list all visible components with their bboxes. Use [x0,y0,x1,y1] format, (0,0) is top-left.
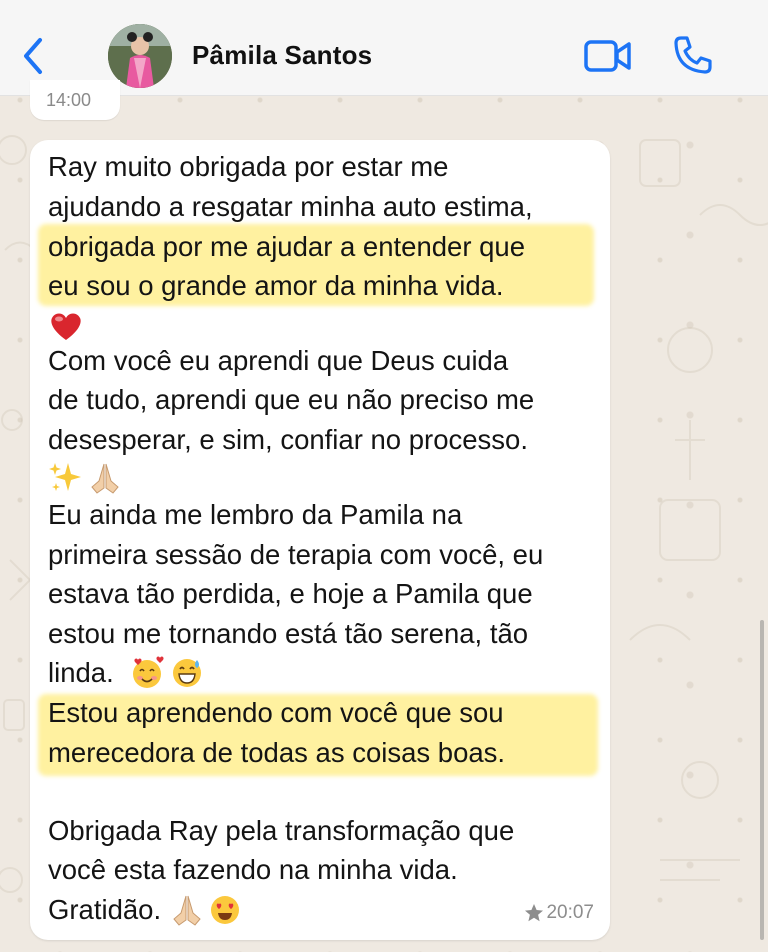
star-icon [525,904,544,922]
folded-hands-icon [173,895,201,926]
message-line: linda. [48,657,114,688]
chevron-left-icon [24,38,42,74]
message-line: ajudando a resgatar minha auto estima, [48,191,533,222]
avatar-image [108,24,172,88]
video-call-button[interactable] [584,38,632,74]
previous-message-bubble[interactable]: 14:00 [30,80,120,120]
grinning-sweat-icon [173,659,201,687]
sparkles-icon [49,463,81,491]
message-line: primeira sessão de terapia com você, eu [48,539,544,570]
message-line: Obrigada Ray pela transformação que [48,815,515,846]
emoji-row [130,655,204,691]
contact-avatar[interactable] [108,24,172,88]
red-heart-icon [51,313,81,340]
emoji-row [48,460,122,496]
previous-message-time: 14:00 [46,90,92,110]
message-line: Com você eu aprendi que Deus cuida [48,345,509,376]
message-line: Gratidão. [48,894,162,925]
message-line: estava tão perdida, e hoje a Pamila que [48,578,533,609]
message-line: você esta fazendo na minha vida. [48,854,458,885]
message-line: Eu ainda me lembro da Pamila na [48,499,463,530]
video-camera-icon [584,40,631,72]
message-line: merecedora de todas as coisas boas. [48,737,506,768]
message-line: estou me tornando está tão serena, tão [48,618,529,649]
message-line: eu sou o grande amor da minha vida. [48,270,504,301]
message-time: 20:07 [546,902,594,923]
message-line: obrigada por me ajudar a entender que [48,231,526,262]
message-bubble[interactable]: Ray muito obrigada por estar me ajudando… [30,140,610,940]
phone-icon [674,36,712,74]
emoji-row [170,892,242,928]
folded-hands-icon [91,463,119,494]
message-line: Ray muito obrigada por estar me [48,151,449,182]
message-line: Estou aprendendo com você que sou [48,697,504,728]
back-button[interactable] [18,34,48,78]
heart-eyes-icon [211,896,239,924]
contact-name[interactable]: Pâmila Santos [192,40,372,71]
emoji-row [48,308,84,344]
message-line: desesperar, e sim, confiar no processo. [48,424,528,455]
voice-call-button[interactable] [672,34,714,76]
message-line: de tudo, aprendi que eu não preciso me [48,384,535,415]
scrollbar[interactable] [760,620,764,940]
smiling-face-with-hearts-icon [133,656,164,688]
message-meta: 20:07 [524,902,594,924]
